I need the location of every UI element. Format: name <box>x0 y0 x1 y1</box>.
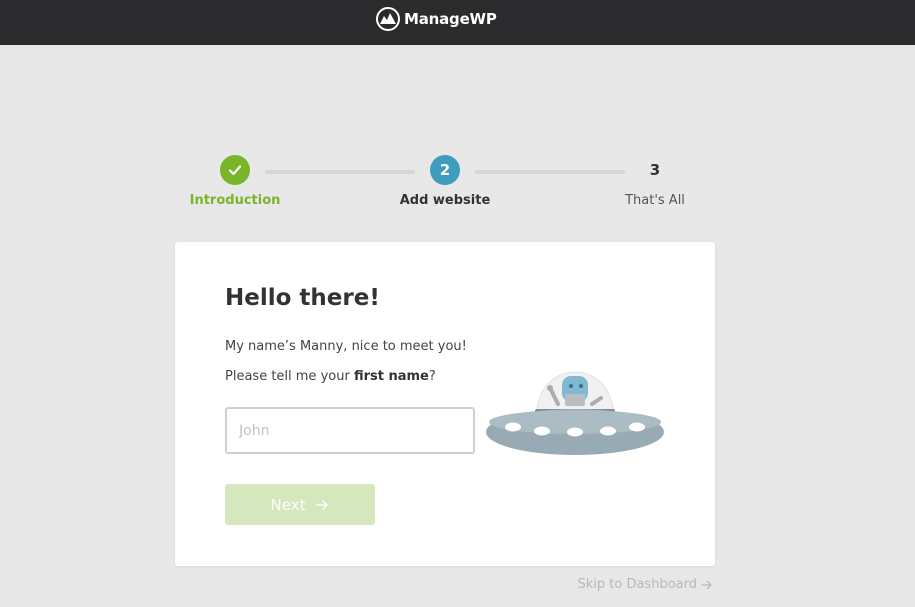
card-title: Hello there! <box>225 285 380 311</box>
step-2-label: Add website <box>399 193 491 208</box>
top-bar: ManageWP <box>0 0 915 45</box>
name-prompt-suffix: ? <box>428 369 436 384</box>
managewp-logo-icon <box>376 7 400 31</box>
onboarding-card: Hello there! My name’s Manny, nice to me… <box>175 242 715 566</box>
name-prompt: Please tell me your first name? <box>225 369 436 384</box>
step-1-label: Introduction <box>189 193 281 208</box>
step-3-number: 3 <box>649 161 661 179</box>
next-button[interactable]: Next <box>225 484 375 525</box>
managewp-logo[interactable]: ManageWP <box>376 7 497 31</box>
brand-name: ManageWP <box>404 10 497 28</box>
step-1-indicator <box>220 155 250 185</box>
stepper-line-1 <box>265 170 415 174</box>
first-name-input[interactable] <box>225 407 475 454</box>
stepper-line-2 <box>475 170 625 174</box>
skip-to-dashboard-link[interactable]: Skip to Dashboard <box>578 577 714 592</box>
arrow-right-icon <box>701 580 712 589</box>
step-3-indicator: 3 <box>640 155 670 185</box>
ufo-robot-illustration <box>486 371 664 455</box>
step-2-indicator: 2 <box>430 155 460 185</box>
next-button-label: Next <box>270 495 306 514</box>
name-prompt-bold: first name <box>353 369 429 384</box>
skip-link-label: Skip to Dashboard <box>577 577 698 592</box>
step-2-number: 2 <box>439 161 451 179</box>
arrow-right-icon <box>315 499 329 510</box>
intro-text: My name’s Manny, nice to meet you! <box>225 339 467 354</box>
name-prompt-prefix: Please tell me your <box>225 369 354 384</box>
checkmark-icon <box>228 165 242 176</box>
step-3-label: That's All <box>625 193 685 208</box>
